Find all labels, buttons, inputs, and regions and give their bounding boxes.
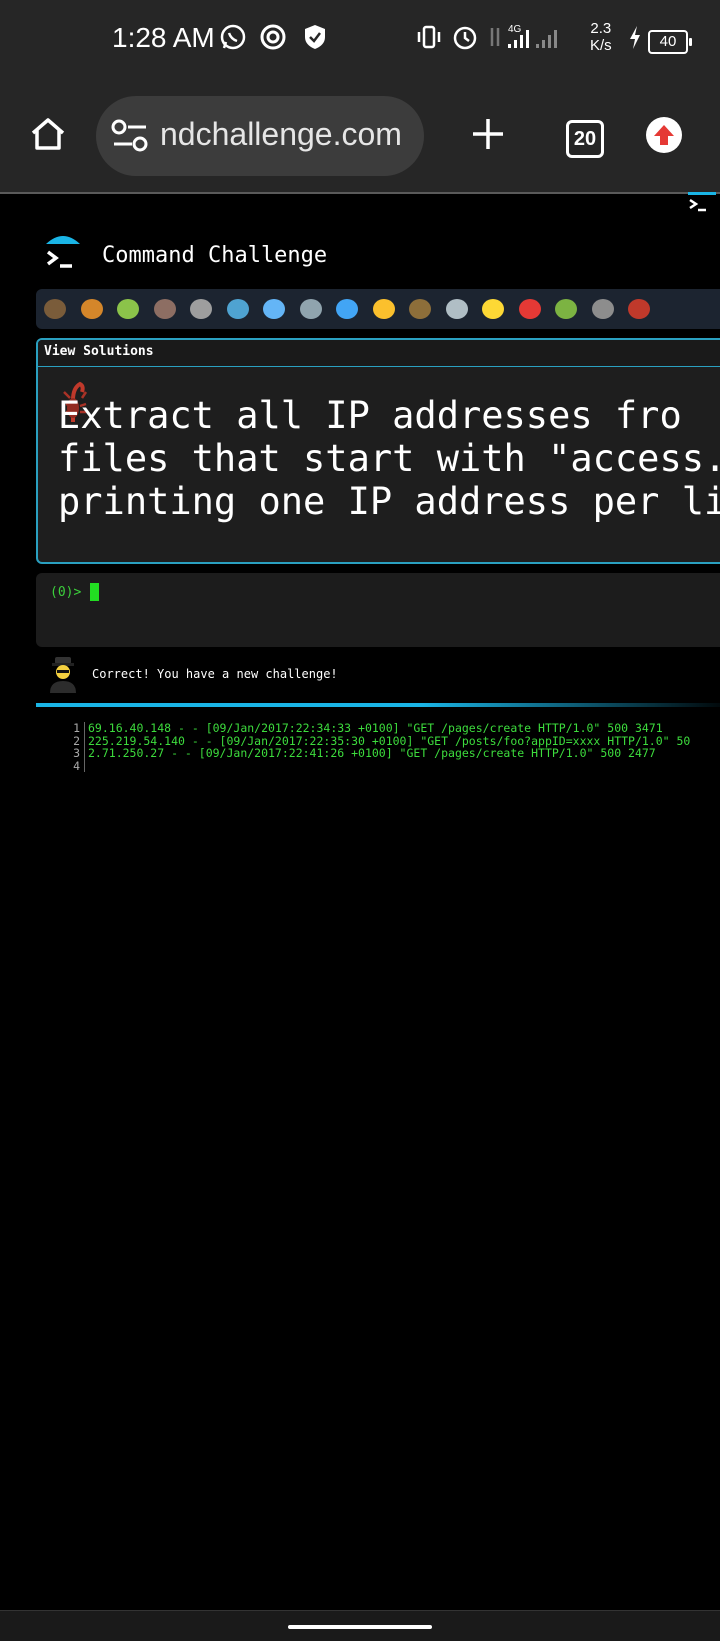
whale-icon: [226, 299, 249, 319]
terminal-corner-icon: [688, 192, 720, 220]
signal-icon: 4G: [490, 24, 557, 48]
hacker-avatar-icon: [50, 657, 76, 693]
status-bar: 1:28 AM 4G 2.3 K/s 40: [0, 0, 720, 80]
snail-icon: [44, 299, 66, 319]
terminal-prompt: (0)>: [50, 585, 82, 600]
scorpion-icon: [628, 299, 650, 319]
status-message: Correct! You have a new challenge!: [92, 667, 338, 681]
output-line: 3 2.71.250.27 - - [09/Jan/2017:22:41:26 +…: [66, 747, 690, 760]
ant-icon: [153, 299, 176, 319]
charging-icon: [630, 26, 640, 49]
command-challenge-logo-icon: [46, 236, 80, 268]
network-speed-value: 2.3: [590, 20, 612, 37]
network-type: 4G: [508, 24, 522, 35]
sync-app-icon: [260, 24, 286, 50]
system-nav-bar: [0, 1610, 720, 1641]
shield-check-icon: [305, 25, 325, 49]
progress-bar: [36, 703, 720, 707]
challenge-description: Extract all IP addresses fro files that …: [58, 394, 720, 523]
shark-icon: [299, 299, 322, 319]
whatsapp-icon: [220, 24, 246, 50]
upgrade-arrow-icon[interactable]: [646, 117, 682, 153]
challenge-progress-icons: [36, 289, 720, 329]
page-title: Command Challenge: [102, 243, 328, 268]
cricket-icon: [591, 299, 614, 319]
challenge-panel: View Solutions Extract all IP addresses …: [36, 338, 720, 564]
line-number: 1: [66, 722, 85, 735]
view-solutions-link[interactable]: View Solutions: [44, 344, 154, 359]
terminal-cursor: [90, 583, 99, 601]
line-text: 2.71.250.27 - - [09/Jan/2017:22:41:26 +0…: [88, 746, 656, 760]
output-line: 4: [66, 759, 690, 772]
view-solutions-header[interactable]: View Solutions: [38, 340, 720, 367]
site-settings-icon[interactable]: [110, 118, 150, 154]
line-number: 4: [66, 759, 85, 772]
bee-icon: [482, 299, 504, 319]
ladybug-icon: [518, 299, 541, 319]
command-terminal[interactable]: (0)>: [36, 573, 720, 647]
butterfly-icon: [80, 299, 103, 319]
network-speed: 2.3 K/s: [590, 20, 612, 54]
battery-level: 40: [648, 30, 692, 54]
blowfish-icon: [409, 299, 431, 319]
new-tab-icon[interactable]: [468, 114, 508, 154]
status-time: 1:28 AM: [112, 22, 215, 53]
dolphin-icon: [263, 299, 285, 319]
browser-toolbar: ndchallenge.com 20: [0, 80, 720, 194]
home-gesture-handle[interactable]: [288, 1625, 432, 1629]
spider-web-icon: [190, 299, 212, 319]
caterpillar-icon: [117, 299, 139, 319]
vibrate-icon: [417, 25, 441, 49]
address-bar[interactable]: ndchallenge.com: [96, 96, 424, 176]
lizard-icon: [555, 299, 577, 319]
line-text: 69.16.40.148 - - [09/Jan/2017:22:34:33 +…: [88, 721, 663, 735]
home-icon[interactable]: [28, 114, 68, 154]
wolf-icon: [445, 299, 468, 319]
tropical-fish-icon: [372, 299, 395, 319]
command-output: 1 69.16.40.148 - - [09/Jan/2017:22:34:33 …: [66, 722, 690, 772]
fish-icon: [336, 299, 358, 319]
tab-switcher-button[interactable]: 20: [566, 120, 604, 158]
network-speed-unit: K/s: [590, 37, 612, 54]
output-line: 1 69.16.40.148 - - [09/Jan/2017:22:34:33 …: [66, 722, 690, 735]
url-text: ndchallenge.com: [160, 116, 402, 152]
alarm-icon: [453, 26, 477, 50]
line-number: 3: [66, 747, 85, 760]
